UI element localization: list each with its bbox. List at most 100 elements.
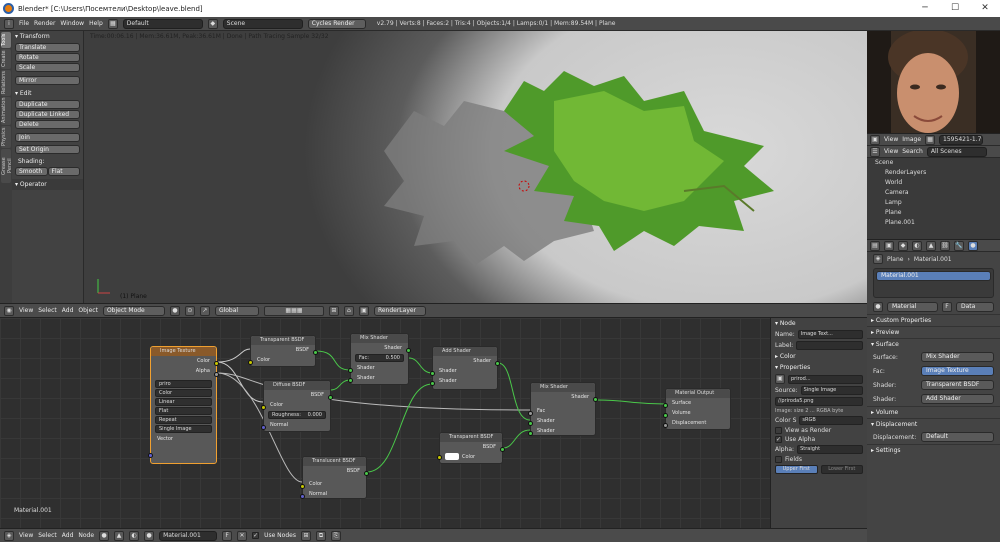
color-mode-select[interactable]: Color (155, 389, 212, 397)
image-editor-type-icon[interactable]: ▣ (870, 134, 880, 145)
join-button[interactable]: Join (15, 133, 80, 142)
shading-mode-icon[interactable]: ● (169, 305, 180, 316)
duplicate-button[interactable]: Duplicate (15, 100, 80, 109)
smooth-button[interactable]: Smooth (15, 167, 48, 176)
image-name-field[interactable]: 1595421-1.70 (939, 134, 984, 145)
duplicate-linked-button[interactable]: Duplicate Linked (15, 110, 80, 119)
shader-tree-icon[interactable]: ● (99, 530, 110, 541)
tab-create[interactable]: Create (1, 49, 11, 69)
extension-select[interactable]: Repeat (155, 416, 212, 424)
transform-panel-header[interactable]: ▾ Transform (12, 31, 83, 42)
world-tab-icon[interactable]: ◐ (912, 240, 922, 251)
menu-render[interactable]: Render (34, 20, 55, 27)
img-menu-view[interactable]: View (884, 136, 898, 143)
paste-nodes-icon[interactable]: ⎘ (330, 530, 341, 541)
material-browse-icon-2[interactable]: ● (873, 302, 883, 312)
outliner-item-lamp[interactable]: Lamp (867, 198, 1000, 208)
add-shader-node[interactable]: Add Shader Shader Shader Shader (430, 346, 500, 390)
settings-panel[interactable]: ▸ Settings (867, 444, 1000, 456)
material-slot-list[interactable]: Material.001 (873, 268, 994, 298)
render-engine-select[interactable]: Cycles Render (307, 18, 366, 29)
displacement-panel-header[interactable]: ▾ Displacement (867, 418, 1000, 430)
material-field[interactable]: Material (887, 302, 938, 312)
scene-tab-icon[interactable]: ◆ (898, 240, 908, 251)
custom-properties-panel[interactable]: ▸ Custom Properties (867, 314, 1000, 326)
material-datablock-field[interactable]: Material.001 (159, 530, 218, 541)
image-editor-preview[interactable] (867, 29, 1000, 133)
operator-panel-header[interactable]: ▾ Operator (12, 179, 83, 190)
set-origin-button[interactable]: Set Origin (15, 145, 80, 154)
color-swatch[interactable] (445, 453, 459, 460)
source-select[interactable]: Single Image (155, 425, 212, 433)
tab-grease-pencil[interactable]: Grease Pencil (1, 149, 13, 183)
roughness-field[interactable]: Roughness: 0.000 (268, 411, 326, 419)
tab-physics[interactable]: Physics (1, 126, 11, 148)
world-shader-icon[interactable]: ◐ (129, 530, 140, 541)
surface-select[interactable]: Mix Shader (921, 352, 994, 362)
translucent-bsdf-node[interactable]: Translucent BSDF BSDF Color Normal (300, 456, 369, 499)
node-editor[interactable]: Image Texture Color Alpha priro Color Li… (0, 318, 770, 528)
fake-user-button[interactable]: F (222, 530, 233, 541)
mix-shader-node-1[interactable]: Mix Shader Shader Fac: 0.500 Shader Shad… (348, 333, 411, 385)
pivot-icon[interactable]: ⊙ (184, 305, 195, 316)
manipulator-icon[interactable]: ↗ (199, 305, 210, 316)
surface-panel-header[interactable]: ▾ Surface (867, 338, 1000, 350)
menu-file[interactable]: File (19, 20, 29, 27)
outliner-item-plane[interactable]: Plane (867, 208, 1000, 218)
lock-icon[interactable]: ⊞ (328, 305, 339, 316)
object-tab-icon[interactable]: ▲ (926, 240, 936, 251)
color-panel-header[interactable]: ▸ Color (771, 351, 867, 362)
image-texture-node[interactable]: Image Texture Color Alpha priro Color Li… (148, 346, 219, 464)
render-layer-field[interactable]: RenderLayer (373, 305, 426, 316)
alpha-select[interactable]: Straight (797, 445, 863, 454)
outliner-type-icon[interactable]: ☰ (870, 146, 880, 157)
scale-button[interactable]: Scale (15, 63, 80, 72)
mirror-button[interactable]: Mirror (15, 76, 80, 85)
use-nodes-checkbox[interactable]: ✓ (252, 532, 260, 539)
flat-button[interactable]: Flat (47, 167, 80, 176)
view-as-render-checkbox[interactable] (775, 427, 782, 434)
snap-node-icon[interactable]: ⊞ (300, 530, 311, 541)
image-field[interactable]: priro (155, 380, 212, 388)
close-material-icon[interactable]: ✕ (237, 530, 248, 541)
fac-select[interactable]: Image Texture (921, 366, 994, 376)
properties-type-icon[interactable]: ▤ (870, 240, 880, 251)
object-shader-icon[interactable]: ▲ (114, 530, 125, 541)
edit-panel-header[interactable]: ▾ Edit (12, 88, 83, 99)
filepath-field[interactable]: //priroda5.png (775, 397, 863, 406)
constraint-tab-icon[interactable]: ⛓ (940, 240, 950, 251)
volume-panel[interactable]: ▸ Volume (867, 406, 1000, 418)
material-slot-item[interactable]: Material.001 (876, 271, 991, 281)
mix-shader-2-out-socket[interactable] (593, 397, 598, 402)
menu-help[interactable]: Help (89, 20, 103, 27)
diffuse-normal-socket[interactable] (261, 425, 266, 430)
lower-first-button[interactable]: Lower First (820, 465, 863, 474)
translucent-normal-socket[interactable] (300, 494, 305, 499)
image-browse-icon[interactable]: ▣ (775, 374, 785, 384)
diffuse-in-color-socket[interactable] (261, 405, 266, 410)
modifier-tab-icon[interactable]: 🔧 (954, 240, 964, 251)
mix-shader-node-2[interactable]: Mix Shader Shader Fac Shader Shader (528, 382, 598, 436)
transparent-bsdf-node[interactable]: Transparent BSDF BSDF Color (248, 335, 318, 367)
tab-relations[interactable]: Relations (1, 70, 11, 96)
translucent-out-socket[interactable] (364, 471, 369, 476)
snap-icon[interactable]: ⌂ (343, 305, 354, 316)
transparent-bsdf-2-in-color-socket[interactable] (437, 455, 442, 460)
outliner-item-scene[interactable]: Scene (867, 158, 1000, 168)
ne-menu-add[interactable]: Add (62, 532, 74, 539)
vp-menu-select[interactable]: Select (38, 307, 57, 314)
outliner-item-world[interactable]: World (867, 178, 1000, 188)
ne-menu-view[interactable]: View (19, 532, 33, 539)
shader2-select[interactable]: Add Shader (921, 394, 994, 404)
mix-shader-2-in2-socket[interactable] (528, 431, 533, 436)
ne-menu-node[interactable]: Node (78, 532, 94, 539)
tab-tools[interactable]: Tools (1, 32, 11, 48)
material-fake-user-button[interactable]: F (942, 302, 952, 312)
interpolation-select[interactable]: Linear (155, 398, 212, 406)
node-panel-header[interactable]: ▾ Node (771, 318, 867, 329)
close-button[interactable]: ✕ (970, 0, 1000, 17)
maximize-button[interactable]: ☐ (940, 0, 970, 17)
fields-checkbox[interactable] (775, 456, 782, 463)
node-name-field[interactable]: Image Text... (797, 330, 863, 339)
3d-viewport[interactable]: Time:00:06.16 | Mem:36.61M, Peak:36.61M … (84, 31, 867, 303)
